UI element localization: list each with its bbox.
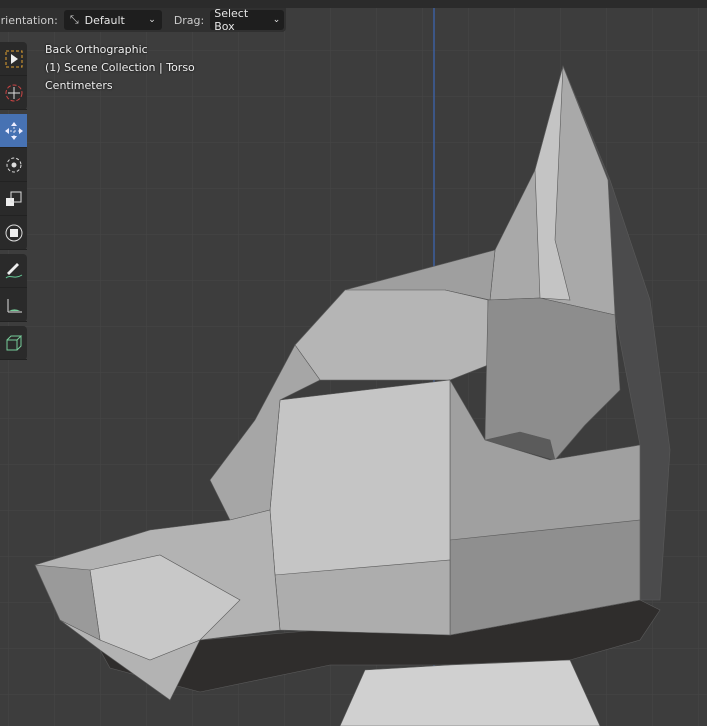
collection-info: (1) Scene Collection | Torso xyxy=(45,61,195,74)
units-info: Centimeters xyxy=(45,79,113,92)
orientation-dropdown[interactable]: ⤡ Default ⌄ xyxy=(63,10,162,30)
transform-icon[interactable] xyxy=(0,216,27,250)
tool-settings-header: Orientation: ⤡ Default ⌄ Drag: Select Bo… xyxy=(0,7,286,33)
orientation-label: Orientation: xyxy=(0,13,58,27)
toolbar xyxy=(0,42,27,364)
add-cube-icon[interactable] xyxy=(0,326,27,360)
orientation-value: Default xyxy=(84,13,125,27)
transform-orientation-icon: ⤡ xyxy=(69,13,79,26)
move-icon[interactable] xyxy=(0,114,27,148)
3d-viewport[interactable] xyxy=(0,0,707,726)
cursor-icon[interactable] xyxy=(0,76,27,110)
chevron-down-icon: ⌄ xyxy=(148,15,156,25)
rotate-icon[interactable] xyxy=(0,148,27,182)
top-header-strip xyxy=(0,0,707,8)
drag-label: Drag: xyxy=(173,13,205,27)
drag-dropdown[interactable]: Select Box ⌄ xyxy=(210,7,285,33)
select-box-icon[interactable] xyxy=(0,42,27,76)
measure-icon[interactable] xyxy=(0,288,27,322)
scale-icon[interactable] xyxy=(0,182,27,216)
viewport-info-overlay: Back Orthographic (1) Scene Collection |… xyxy=(45,41,195,95)
drag-value: Select Box xyxy=(214,7,249,33)
view-name: Back Orthographic xyxy=(45,43,148,56)
chevron-down-icon: ⌄ xyxy=(272,15,281,25)
annotate-icon[interactable] xyxy=(0,254,27,288)
